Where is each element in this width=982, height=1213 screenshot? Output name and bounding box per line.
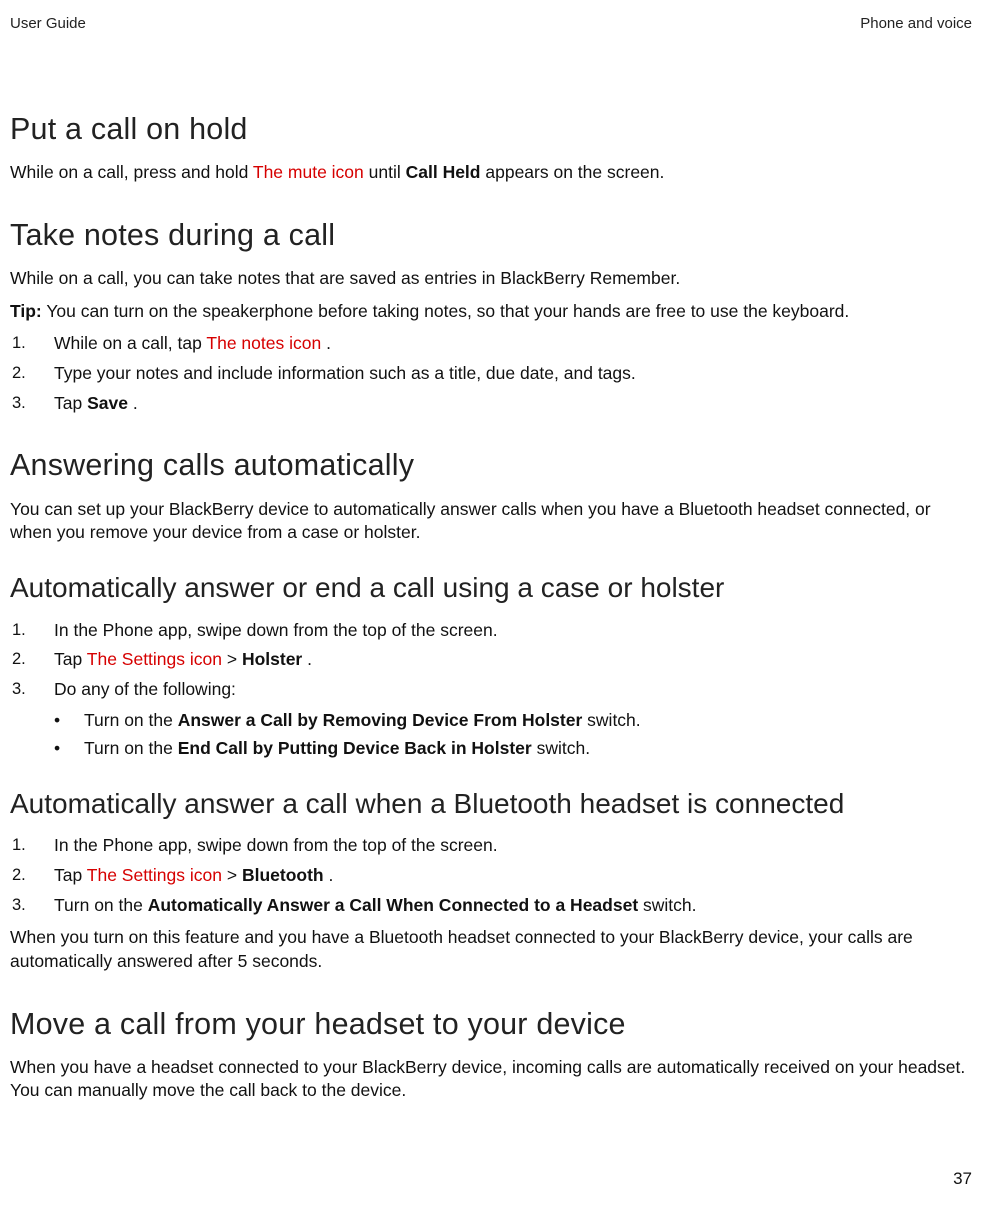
settings-icon: The Settings icon <box>87 649 222 669</box>
subheading-holster: Automatically answer or end a call using… <box>10 569 972 607</box>
bold-text: Holster <box>242 649 302 669</box>
list-item: 3. Turn on the Automatically Answer a Ca… <box>10 894 972 918</box>
bullet-list: • Turn on the Answer a Call by Removing … <box>10 709 972 760</box>
list-item: 2. Tap The Settings icon > Bluetooth . <box>10 864 972 888</box>
settings-icon: The Settings icon <box>87 865 222 885</box>
paragraph: While on a call, you can take notes that… <box>10 267 972 291</box>
subheading-bluetooth: Automatically answer a call when a Bluet… <box>10 785 972 823</box>
bold-text: Call Held <box>406 162 481 182</box>
bold-text: Bluetooth <box>242 865 324 885</box>
paragraph: When you have a headset connected to you… <box>10 1056 972 1103</box>
list-item: • Turn on the Answer a Call by Removing … <box>54 709 972 733</box>
bold-text: Answer a Call by Removing Device From Ho… <box>178 710 583 730</box>
heading-answering-calls-auto: Answering calls automatically <box>10 445 972 486</box>
heading-take-notes: Take notes during a call <box>10 215 972 256</box>
notes-icon: The notes icon <box>206 333 321 353</box>
bold-text: Automatically Answer a Call When Connect… <box>148 895 638 915</box>
numbered-list: 1. While on a call, tap The notes icon .… <box>10 332 972 415</box>
page-header: User Guide Phone and voice <box>10 14 972 34</box>
list-item: 2. Type your notes and include informati… <box>10 362 972 386</box>
header-left: User Guide <box>10 14 86 34</box>
paragraph: You can set up your BlackBerry device to… <box>10 498 972 545</box>
bold-text: Save <box>87 393 128 413</box>
tip-paragraph: Tip: You can turn on the speakerphone be… <box>10 300 972 324</box>
mute-icon: The mute icon <box>253 162 364 182</box>
numbered-list: 1. In the Phone app, swipe down from the… <box>10 619 972 702</box>
heading-move-call: Move a call from your headset to your de… <box>10 1004 972 1045</box>
tip-label: Tip: <box>10 301 42 321</box>
numbered-list: 1. In the Phone app, swipe down from the… <box>10 834 972 917</box>
list-item: 2. Tap The Settings icon > Holster . <box>10 648 972 672</box>
header-right: Phone and voice <box>860 14 972 34</box>
list-item: • Turn on the End Call by Putting Device… <box>54 737 972 761</box>
list-item: 3. Do any of the following: <box>10 678 972 702</box>
bold-text: End Call by Putting Device Back in Holst… <box>178 738 532 758</box>
paragraph: While on a call, press and hold The mute… <box>10 161 972 185</box>
page-number: 37 <box>10 1168 972 1191</box>
list-item: 1. In the Phone app, swipe down from the… <box>10 619 972 643</box>
list-item: 1. In the Phone app, swipe down from the… <box>10 834 972 858</box>
list-item: 1. While on a call, tap The notes icon . <box>10 332 972 356</box>
paragraph: When you turn on this feature and you ha… <box>10 926 972 973</box>
list-item: 3. Tap Save . <box>10 392 972 416</box>
heading-put-call-on-hold: Put a call on hold <box>10 109 972 150</box>
